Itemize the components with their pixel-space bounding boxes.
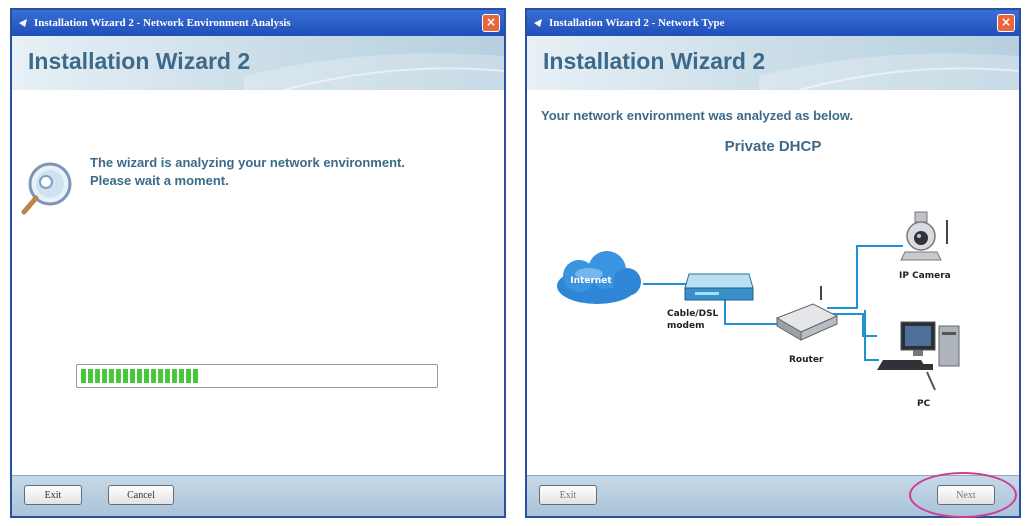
message-line-1: The wizard is analyzing your network env… (90, 155, 405, 170)
app-icon (534, 19, 542, 27)
titlebar[interactable]: Installation Wizard 2 - Network Type × (527, 10, 1019, 36)
pc-icon (877, 321, 960, 391)
internet-label: Internet (570, 276, 612, 286)
page-title: Installation Wizard 2 (543, 48, 766, 74)
app-icon (19, 19, 27, 27)
exit-button[interactable]: Exit (539, 485, 597, 505)
next-highlight-circle (909, 472, 1017, 518)
progress-fill (81, 369, 200, 383)
footer-bar: Exit Next (527, 472, 1019, 518)
header-banner: Installation Wizard 2 (12, 36, 504, 91)
pc-label: PC (917, 399, 931, 409)
page-title: Installation Wizard 2 (28, 48, 251, 74)
header-banner: Installation Wizard 2 (527, 36, 1019, 91)
analysis-result-text: Your network environment was analyzed as… (541, 108, 854, 123)
content-area: The wizard is analyzing your network env… (12, 90, 504, 476)
message-line-2: Please wait a moment. (90, 173, 229, 188)
window-title: Installation Wizard 2 - Network Type (549, 17, 725, 29)
magnifier-icon (20, 160, 80, 220)
banner-decoration (244, 53, 504, 90)
cable-router-pc (833, 313, 877, 337)
router-icon (775, 286, 839, 341)
titlebar[interactable]: Installation Wizard 2 - Network Environm… (12, 10, 504, 36)
ip-camera-icon (900, 211, 948, 261)
footer-bar: Exit Cancel (12, 475, 504, 516)
window-title: Installation Wizard 2 - Network Environm… (34, 17, 291, 29)
banner-decoration (759, 53, 1019, 90)
exit-button[interactable]: Exit (24, 485, 82, 505)
network-diagram: Internet Cable/DSL modem Router IP Camer… (557, 211, 960, 409)
network-cables (643, 245, 903, 361)
cable-router-camera (827, 245, 903, 309)
modem-label-line2: modem (667, 321, 705, 331)
camera-label: IP Camera (899, 271, 951, 281)
modem-icon (684, 273, 754, 301)
network-type-window: Installation Wizard 2 - Network Type × I… (525, 8, 1021, 518)
network-type-label: Private DHCP (724, 138, 822, 155)
router-label: Router (789, 355, 824, 365)
close-icon[interactable]: × (482, 14, 500, 32)
cancel-button[interactable]: Cancel (108, 485, 174, 505)
analysis-window: Installation Wizard 2 - Network Environm… (10, 8, 506, 518)
progress-bar (76, 364, 438, 388)
modem-label-line1: Cable/DSL (667, 309, 719, 319)
close-icon[interactable]: × (997, 14, 1015, 32)
content-area: Your network environment was analyzed as… (527, 90, 1019, 476)
analysis-message: The wizard is analyzing your network env… (90, 154, 405, 190)
